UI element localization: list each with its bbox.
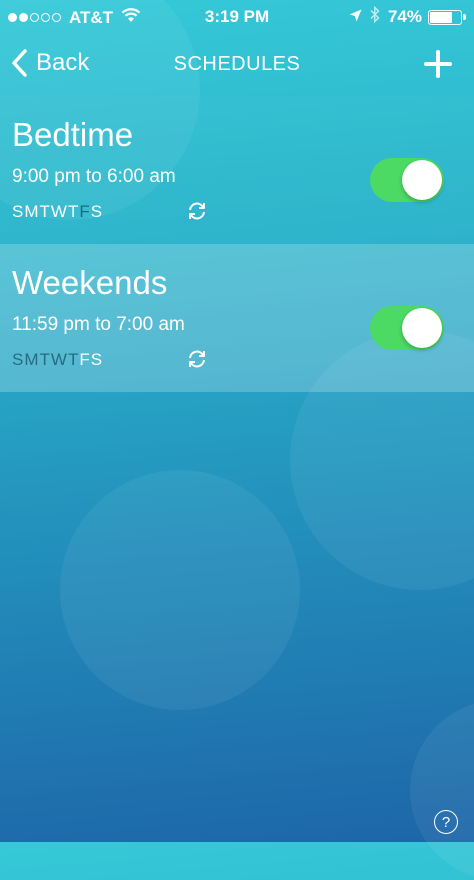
location-arrow-icon [349,7,362,27]
toggle-knob [402,160,442,200]
add-schedule-button[interactable] [424,50,452,83]
battery-fill [430,11,452,23]
schedule-toggle[interactable] [370,306,444,350]
schedule-name: Weekends [12,264,168,301]
nav-bar: Back SCHEDULES [0,34,474,94]
day-letter: S [12,202,24,221]
day-letter: F [79,202,90,221]
repeat-icon [186,200,208,227]
day-letter: S [90,202,103,221]
day-letter: T [67,202,79,221]
battery-tip [463,14,466,20]
day-letter: W [50,350,67,369]
status-right: 74% [349,5,466,28]
repeat-icon [186,348,208,375]
day-letter: T [39,350,50,369]
day-letter: S [90,350,103,369]
schedule-days: S M T W T F S [12,350,103,370]
day-letter: T [39,202,50,221]
day-letter: T [67,350,79,369]
help-icon: ? [441,813,451,831]
status-bar: AT&T 3:19 PM 74% [0,0,474,34]
battery-percent: 74% [387,7,422,26]
schedule-time: 9:00 pm to 6:00 am [12,166,176,187]
day-letter: F [79,350,90,369]
plus-icon [424,50,452,78]
day-letter: M [24,202,39,221]
day-letter: M [24,350,39,369]
day-letter: W [50,202,67,221]
help-button[interactable]: ? [434,810,458,834]
page-title: SCHEDULES [173,53,301,75]
schedule-time: 11:59 pm to 7:00 am [12,314,185,335]
schedule-item-weekends[interactable]: Weekends 11:59 pm to 7:00 am S M T W T F… [0,244,474,392]
schedule-item-bedtime[interactable]: Bedtime 9:00 pm to 6:00 am S M T W T F S [0,96,474,244]
day-letter: S [12,350,24,369]
bluetooth-icon [370,5,380,28]
toggle-knob [402,308,442,348]
battery-icon [428,9,462,25]
schedule-days: S M T W T F S [12,202,103,222]
schedule-toggle[interactable] [370,158,444,202]
schedule-name: Bedtime [12,116,134,153]
